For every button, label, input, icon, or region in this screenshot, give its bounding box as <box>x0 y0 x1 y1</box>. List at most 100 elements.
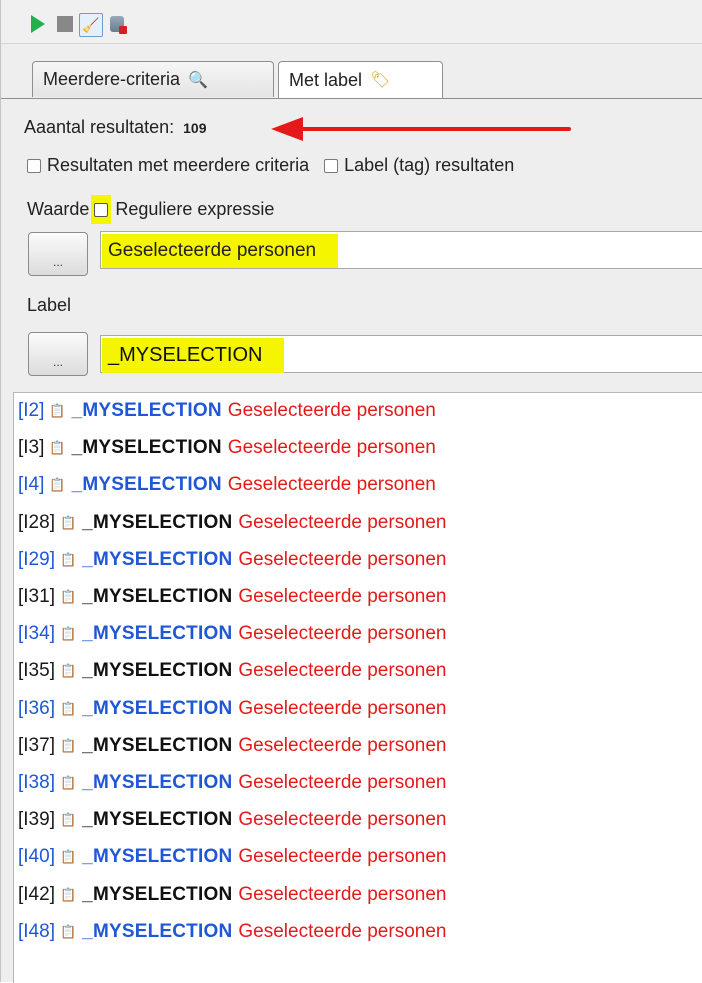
result-row[interactable]: [I35] 📋 _MYSELECTION Geselecteerde personen <box>18 657 446 685</box>
result-label[interactable]: _MYSELECTION <box>82 586 232 608</box>
result-row[interactable]: [I39] 📋 _MYSELECTION Geselecteerde personen <box>18 806 446 834</box>
regex-label: Reguliere expressie <box>115 199 275 219</box>
result-row[interactable]: [I31] 📋 _MYSELECTION Geselecteerde personen <box>18 583 446 611</box>
result-value: Geselecteerde personen <box>238 548 447 570</box>
result-label[interactable]: _MYSELECTION <box>82 921 232 943</box>
result-id[interactable]: [I29] <box>18 549 55 571</box>
result-id[interactable]: [I40] <box>18 846 55 868</box>
result-row[interactable]: [I40] 📋 _MYSELECTION Geselecteerde personen <box>18 843 446 871</box>
result-label[interactable]: _MYSELECTION <box>82 735 232 757</box>
result-row[interactable]: [I4] 📋 _MYSELECTION Geselecteerde personen <box>18 471 436 499</box>
person-icon: 📋 <box>59 514 77 530</box>
magnifier-icon: 🔍 <box>188 71 208 89</box>
toolbar: 🧹 <box>1 0 702 44</box>
delete-database-button[interactable] <box>106 13 128 35</box>
result-id[interactable]: [I31] <box>18 586 55 608</box>
result-count-value: 109 <box>183 120 207 136</box>
result-value: Geselecteerde personen <box>238 883 447 905</box>
result-value: Geselecteerde personen <box>238 586 447 607</box>
waarde-value: Geselecteerde personen <box>102 234 339 268</box>
clear-button[interactable]: 🧹 <box>79 13 103 37</box>
person-icon: 📋 <box>59 737 77 753</box>
result-label[interactable]: _MYSELECTION <box>82 698 232 720</box>
result-row[interactable]: [I37] 📋 _MYSELECTION Geselecteerde personen <box>18 732 446 760</box>
waarde-label: Waarde <box>27 199 90 219</box>
label-results-label: Label (tag) resultaten <box>344 155 515 175</box>
result-label[interactable]: _MYSELECTION <box>82 846 232 868</box>
label-browse-button[interactable]: ... <box>28 332 88 376</box>
result-row[interactable]: [I42] 📋 _MYSELECTION Geselecteerde personen <box>18 881 446 909</box>
label-results-option[interactable]: Label (tag) resultaten <box>324 155 514 175</box>
person-icon: 📋 <box>59 700 77 716</box>
result-label[interactable]: _MYSELECTION <box>72 400 222 422</box>
result-label[interactable]: _MYSELECTION <box>82 772 232 794</box>
result-id[interactable]: [I4] <box>18 474 44 496</box>
tab-meerdere-criteria[interactable]: Meerdere-criteria 🔍 <box>32 61 274 97</box>
result-id[interactable]: [I48] <box>18 921 55 943</box>
result-id[interactable]: [I37] <box>18 735 55 757</box>
stop-button[interactable] <box>54 13 76 35</box>
result-id[interactable]: [I3] <box>18 437 44 459</box>
tab-label: Meerdere-criteria <box>43 69 181 89</box>
tab-met-label[interactable]: Met label 🏷 <box>278 61 443 98</box>
red-arrow-annotation <box>271 117 571 141</box>
result-row[interactable]: [I2] 📋 _MYSELECTION Geselecteerde personen <box>18 397 436 425</box>
person-icon: 📋 <box>59 663 77 679</box>
result-value: Geselecteerde personen <box>238 697 447 719</box>
result-id[interactable]: [I34] <box>18 623 55 645</box>
result-options: Resultaten met meerdere criteria Label (… <box>27 155 524 176</box>
multi-criteria-checkbox[interactable] <box>27 159 41 174</box>
person-icon: 📋 <box>59 923 77 939</box>
result-value: Geselecteerde personen <box>238 734 447 756</box>
result-value: Geselecteerde personen <box>238 920 447 942</box>
result-value: Geselecteerde personen <box>238 623 447 645</box>
result-row[interactable]: [I48] 📋 _MYSELECTION Geselecteerde personen <box>18 918 446 946</box>
result-row[interactable]: [I38] 📋 _MYSELECTION Geselecteerde personen <box>18 769 446 797</box>
multi-criteria-option[interactable]: Resultaten met meerdere criteria <box>27 155 314 175</box>
person-icon: 📋 <box>49 440 66 456</box>
result-label[interactable]: _MYSELECTION <box>82 512 232 534</box>
stop-icon <box>57 16 73 32</box>
result-label[interactable]: _MYSELECTION <box>72 437 222 459</box>
result-value: Geselecteerde personen <box>227 400 436 421</box>
database-delete-icon <box>110 16 127 34</box>
result-id[interactable]: [I39] <box>18 809 55 831</box>
result-row[interactable]: [I34] 📋 _MYSELECTION Geselecteerde personen <box>18 620 446 648</box>
result-row[interactable]: [I36] 📋 _MYSELECTION Geselecteerde personen <box>18 695 446 723</box>
person-icon: 📋 <box>59 626 77 642</box>
waarde-browse-button[interactable]: ... <box>28 232 88 276</box>
person-icon: 📋 <box>59 849 77 865</box>
results-list[interactable]: [I2] 📋 _MYSELECTION Geselecteerde personen[… <box>13 392 702 983</box>
result-label[interactable]: _MYSELECTION <box>72 474 222 496</box>
result-label[interactable]: _MYSELECTION <box>82 809 232 831</box>
result-value: Geselecteerde personen <box>227 474 436 496</box>
label-section-title: Label <box>27 295 72 315</box>
result-row[interactable]: [I28] 📋 _MYSELECTION Geselecteerde personen <box>18 509 446 537</box>
label-value: _MYSELECTION <box>102 338 285 373</box>
result-label[interactable]: _MYSELECTION <box>82 660 232 682</box>
result-row[interactable]: [I3] 📋 _MYSELECTION Geselecteerde personen <box>18 434 436 462</box>
result-id[interactable]: [I36] <box>18 698 55 720</box>
regex-checkbox[interactable] <box>94 203 109 218</box>
result-label[interactable]: _MYSELECTION <box>82 549 232 571</box>
broom-icon: 🧹 <box>82 17 100 33</box>
result-count-label: Aaantal resultaten: <box>24 117 175 137</box>
result-row[interactable]: [I29] 📋 _MYSELECTION Geselecteerde personen <box>18 546 446 574</box>
person-icon: 📋 <box>59 775 77 790</box>
label-input[interactable]: _MYSELECTION <box>100 335 702 373</box>
person-icon: 📋 <box>49 403 66 418</box>
waarde-input[interactable]: Geselecteerde personen <box>100 231 702 269</box>
result-id[interactable]: [I28] <box>18 512 55 534</box>
tag-search-icon: 🏷 <box>370 72 391 89</box>
label-results-checkbox[interactable] <box>324 159 339 174</box>
run-button[interactable] <box>27 13 49 35</box>
result-label[interactable]: _MYSELECTION <box>82 623 232 645</box>
result-id[interactable]: [I35] <box>18 660 55 682</box>
result-value: Geselecteerde personen <box>238 846 447 868</box>
result-label[interactable]: _MYSELECTION <box>82 884 232 906</box>
result-id[interactable]: [I42] <box>18 884 55 906</box>
person-icon: 📋 <box>49 477 66 493</box>
result-id[interactable]: [I38] <box>18 772 55 794</box>
search-panel: 🧹 Meerdere-criteria 🔍 Met label 🏷 Aaanta… <box>0 0 702 983</box>
result-id[interactable]: [I2] <box>18 400 44 422</box>
